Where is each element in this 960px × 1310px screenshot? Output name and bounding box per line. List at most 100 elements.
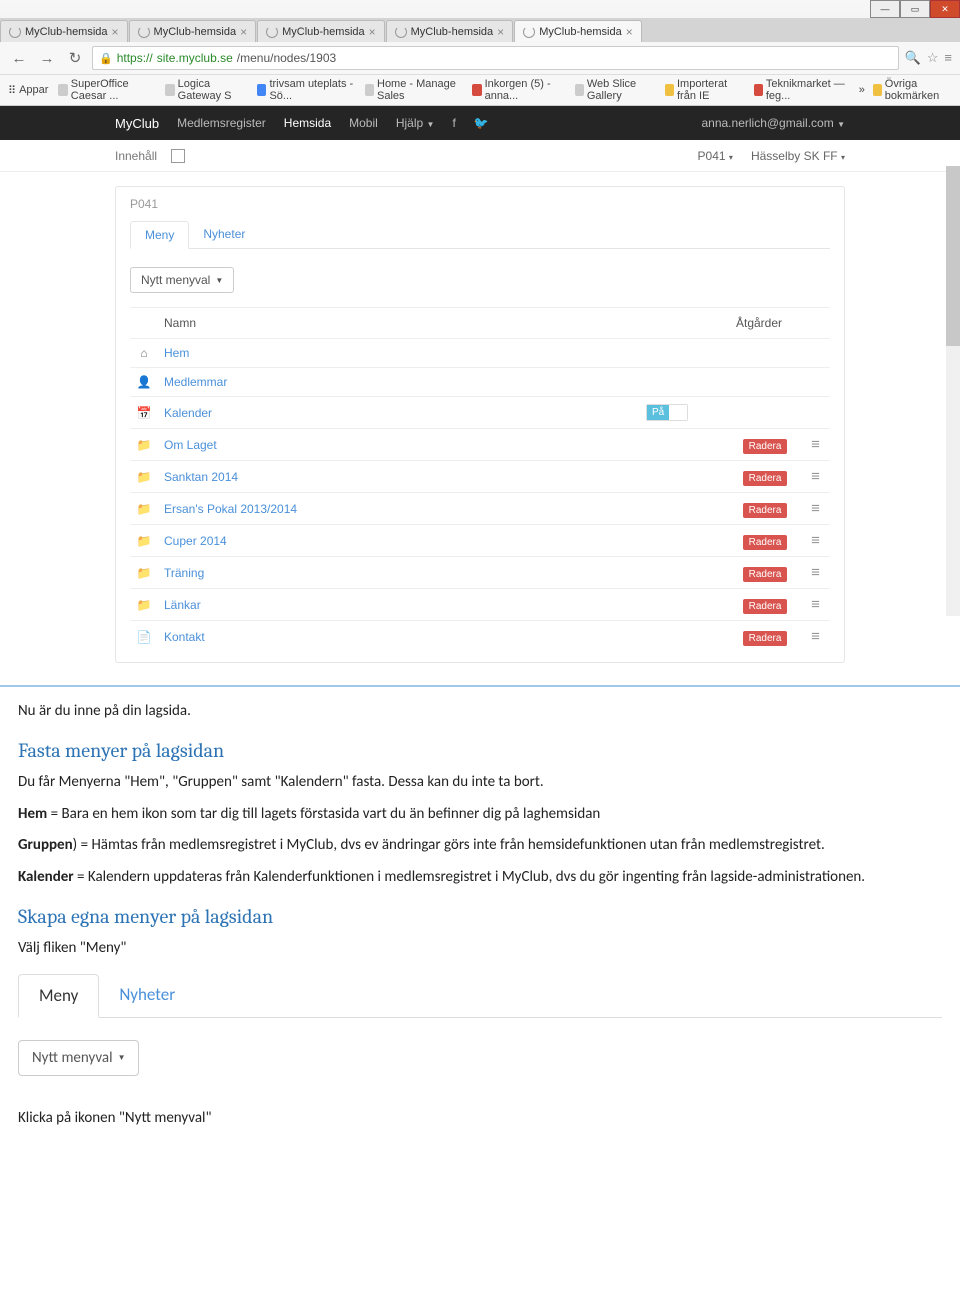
bookmark-item[interactable]: Logica Gateway S — [165, 78, 247, 102]
menu-item-link[interactable]: Kontakt — [164, 630, 205, 644]
other-bookmarks[interactable]: Övriga bokmärken — [873, 78, 952, 102]
nav-mobil[interactable]: Mobil — [349, 116, 378, 130]
inset-tab-nyheter[interactable]: Nyheter — [99, 974, 195, 1017]
menu-item-link[interactable]: Träning — [164, 566, 204, 580]
browser-tab-active[interactable]: MyClub-hemsida × — [514, 20, 642, 42]
menu-item-link[interactable]: Kalender — [164, 406, 212, 420]
menu-item-link[interactable]: Ersan's Pokal 2013/2014 — [164, 502, 297, 516]
subnav-innehall[interactable]: Innehåll — [115, 149, 157, 163]
drag-handle-icon[interactable]: ≡ — [811, 564, 819, 581]
scrollbar-thumb[interactable] — [946, 166, 960, 346]
brand[interactable]: MyClub — [115, 116, 159, 131]
delete-button[interactable]: Radera — [743, 599, 788, 614]
delete-button[interactable]: Radera — [743, 535, 788, 550]
browser-chrome: — ▭ ✕ MyClub-hemsida × MyClub-hemsida × My… — [0, 0, 960, 106]
home-icon: ⌂ — [140, 346, 147, 360]
tab-title: MyClub-hemsida — [25, 26, 108, 38]
addr-actions: 🔍 ☆ ≡ — [905, 50, 952, 66]
caret-icon: ▼ — [215, 276, 223, 285]
menu-item-link[interactable]: Om Laget — [164, 438, 217, 452]
menu-item-link[interactable]: Cuper 2014 — [164, 534, 227, 548]
bookmark-item[interactable]: Home - Manage Sales — [365, 78, 463, 102]
table-row: 📁LänkarRadera≡ — [130, 589, 830, 621]
address-bar[interactable]: 🔒 https://site.myclub.se/menu/nodes/1903 — [92, 46, 899, 70]
star-icon[interactable]: ☆ — [927, 50, 939, 66]
bookmark-item[interactable]: Inkorgen (5) - anna... — [472, 78, 564, 102]
drag-handle-icon[interactable]: ≡ — [811, 468, 819, 485]
browser-tab[interactable]: MyClub-hemsida × — [0, 20, 128, 42]
sub-nav: Innehåll P041 ▾ Hässelby SK FF ▾ — [0, 140, 960, 172]
browser-tab[interactable]: MyClub-hemsida × — [257, 20, 385, 42]
delete-button[interactable]: Radera — [743, 631, 788, 646]
apps-button[interactable]: ⠿Appar — [8, 84, 48, 97]
url-path: /menu/nodes/1903 — [237, 51, 336, 65]
menu-item-link[interactable]: Sanktan 2014 — [164, 470, 238, 484]
drag-handle-icon[interactable]: ≡ — [811, 436, 819, 453]
tab-meny[interactable]: Meny — [130, 221, 189, 249]
col-header-actions: Åtgårder — [730, 308, 800, 339]
browser-tab[interactable]: MyClub-hemsida× — [129, 20, 257, 42]
drag-handle-icon[interactable]: ≡ — [811, 628, 819, 645]
bookmark-icon — [365, 84, 374, 96]
tab-close-icon[interactable]: × — [369, 25, 376, 39]
drag-handle-icon[interactable]: ≡ — [811, 500, 819, 517]
delete-button[interactable]: Radera — [743, 471, 788, 486]
tab-close-icon[interactable]: × — [240, 25, 247, 39]
scrollbar[interactable] — [946, 166, 960, 616]
menu-item-link[interactable]: Medlemmar — [164, 375, 227, 389]
drag-handle-icon[interactable]: ≡ — [811, 596, 819, 613]
tab-title: MyClub-hemsida — [282, 26, 365, 38]
menu-item-link[interactable]: Länkar — [164, 598, 201, 612]
apps-label: Appar — [19, 84, 48, 96]
window-minimize[interactable]: — — [870, 0, 900, 18]
menu-item-link[interactable]: Hem — [164, 346, 189, 360]
tab-close-icon[interactable]: × — [497, 25, 504, 39]
bookmark-icon — [575, 84, 584, 96]
table-row: 📅 Kalender På — [130, 397, 830, 429]
doc-p5: Kalender = Kalendern uppdateras från Kal… — [18, 867, 942, 889]
nav-back[interactable]: ← — [8, 47, 30, 69]
bookmark-item[interactable]: Teknikmarket — feg... — [754, 78, 849, 102]
window-maximize[interactable]: ▭ — [900, 0, 930, 18]
breadcrumb-p041[interactable]: P041 ▾ — [698, 149, 733, 163]
inset-new-label: Nytt menyval — [32, 1049, 113, 1067]
inset-new-button[interactable]: Nytt menyval ▼ — [18, 1040, 139, 1076]
calendar-icon: 📅 — [137, 406, 152, 420]
nav-reload[interactable]: ↻ — [64, 47, 86, 69]
doc-p7: Klicka på ikonen "Nytt menyval" — [18, 1108, 942, 1130]
bookmark-item[interactable]: SuperOffice Caesar ... — [58, 78, 155, 102]
delete-button[interactable]: Radera — [743, 439, 788, 454]
facebook-icon[interactable]: f — [452, 116, 455, 130]
search-icon[interactable]: 🔍 — [905, 50, 921, 66]
window-close[interactable]: ✕ — [930, 0, 960, 18]
panel: P041 Meny Nyheter Nytt menyval ▼ Namn Åt… — [115, 186, 845, 663]
bookmarks-overflow[interactable]: » — [859, 84, 865, 96]
inset-tab-meny[interactable]: Meny — [18, 974, 99, 1018]
nav-medlemsregister[interactable]: Medlemsregister — [177, 116, 266, 130]
new-menu-button[interactable]: Nytt menyval ▼ — [130, 267, 234, 293]
delete-button[interactable]: Radera — [743, 503, 788, 518]
delete-button[interactable]: Radera — [743, 567, 788, 582]
menu-icon[interactable]: ≡ — [944, 50, 952, 66]
user-menu[interactable]: anna.nerlich@gmail.com ▼ — [701, 116, 845, 130]
browser-tab[interactable]: MyClub-hemsida× — [386, 20, 514, 42]
twitter-icon[interactable]: 🐦 — [474, 116, 489, 130]
doc-p2: Du får Menyerna "Hem", "Gruppen" samt "K… — [18, 772, 942, 794]
tab-close-icon[interactable]: × — [626, 25, 633, 39]
toggle-switch[interactable]: På — [646, 404, 688, 421]
tab-title: MyClub-hemsida — [539, 26, 622, 38]
bookmark-item[interactable]: Web Slice Gallery — [575, 78, 655, 102]
bookmark-item[interactable]: trivsam uteplats - Sö... — [257, 78, 355, 102]
page-title: P041 — [130, 197, 830, 211]
external-link-icon[interactable] — [171, 149, 185, 163]
nav-hjalp[interactable]: Hjälp ▼ — [396, 116, 435, 130]
bookmark-icon — [58, 84, 67, 96]
bookmark-item[interactable]: Importerat från IE — [665, 78, 744, 102]
drag-handle-icon[interactable]: ≡ — [811, 532, 819, 549]
breadcrumb-club[interactable]: Hässelby SK FF ▾ — [751, 149, 845, 163]
table-row: 📁Sanktan 2014Radera≡ — [130, 461, 830, 493]
nav-hemsida[interactable]: Hemsida — [284, 116, 331, 130]
tab-nyheter[interactable]: Nyheter — [189, 221, 259, 248]
tab-close-icon[interactable]: × — [112, 25, 119, 39]
nav-forward[interactable]: → — [36, 47, 58, 69]
